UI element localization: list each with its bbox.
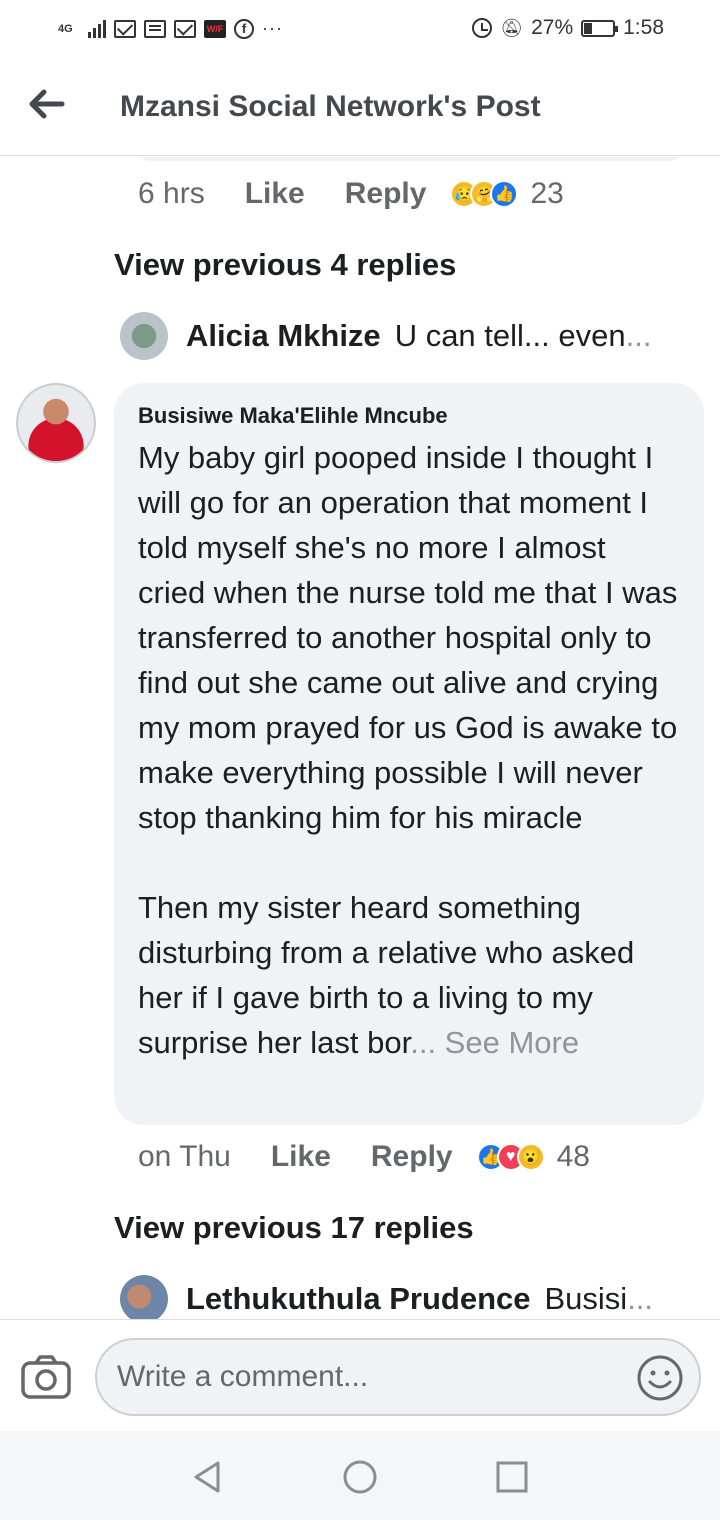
- app-header: Mzansi Social Network's Post: [0, 60, 720, 156]
- camera-icon: [21, 1355, 71, 1399]
- view-previous-replies-link[interactable]: View previous 17 replies: [114, 1210, 474, 1246]
- network-type: 4G: [58, 22, 73, 35]
- status-right-icons: 🔕︎ 27% 1:58: [472, 16, 664, 40]
- comment-paragraph: My baby girl pooped inside I thought I w…: [138, 440, 678, 835]
- facebook-icon: f: [234, 18, 254, 39]
- comment-time: 6 hrs: [138, 177, 205, 210]
- system-nav-bar: [0, 1431, 720, 1520]
- wf-app-icon: W/F: [204, 19, 226, 38]
- smiley-icon: [637, 1355, 683, 1401]
- battery-icon: [581, 19, 619, 37]
- circle-home-icon: [343, 1460, 377, 1494]
- like-button[interactable]: Like: [271, 1140, 331, 1174]
- gmail-icon: [174, 19, 196, 38]
- mute-icon: 🔕︎: [500, 17, 524, 38]
- comments-feed[interactable]: 6 hrs Like Reply 😥 🤗 👍 23 View previous …: [0, 157, 720, 1319]
- comment-actions-top: 6 hrs Like Reply 😥 🤗 👍 23: [138, 177, 564, 211]
- reply-ellipsis: ...: [627, 1281, 654, 1316]
- avatar[interactable]: [16, 383, 96, 463]
- arrow-left-icon: [29, 89, 65, 119]
- clock-time: 1:58: [623, 16, 664, 39]
- reply-author[interactable]: Alicia Mkhize: [186, 318, 381, 354]
- reply-ellipsis: ...: [625, 318, 652, 353]
- comment-actions: on Thu Like Reply 👍 ♥ 😮 48: [138, 1140, 590, 1174]
- reply-text: U can tell... even: [394, 318, 626, 353]
- nav-home-button[interactable]: [340, 1457, 380, 1497]
- status-bar: 4G W/F f ··· 🔕︎ 27% 1:58: [0, 0, 720, 60]
- reactions-summary[interactable]: 👍 ♥ 😮: [476, 1143, 545, 1171]
- page-title: Mzansi Social Network's Post: [120, 90, 541, 123]
- battery-percent: 27%: [531, 16, 574, 39]
- reaction-count: 48: [556, 1140, 590, 1173]
- alarm-icon: [472, 18, 493, 38]
- status-left-icons: 4G W/F f ···: [58, 18, 283, 39]
- comment-bubble[interactable]: Busisiwe Maka'Elihle Mncube My baby girl…: [114, 383, 704, 1125]
- reply-button[interactable]: Reply: [345, 177, 427, 211]
- nav-back-button[interactable]: [188, 1457, 228, 1497]
- reply-preview[interactable]: Lethukuthula Prudence Busisi ...: [120, 1275, 680, 1319]
- like-button[interactable]: Like: [245, 177, 305, 211]
- view-previous-replies-link[interactable]: View previous 4 replies: [114, 247, 456, 283]
- more-icon: ···: [262, 18, 283, 38]
- comment-time: on Thu: [138, 1140, 231, 1173]
- back-button[interactable]: [26, 84, 70, 124]
- avatar[interactable]: [120, 1275, 168, 1319]
- comment-body: My baby girl pooped inside I thought I w…: [138, 435, 680, 1065]
- reactions-summary[interactable]: 😥 🤗 👍: [450, 180, 519, 208]
- reply-text: Busisi: [544, 1281, 628, 1316]
- news-icon: [144, 19, 166, 38]
- comment-paragraph: Then my sister heard something disturbin…: [138, 885, 680, 1065]
- reaction-count: 23: [530, 177, 564, 210]
- square-recents-icon: [496, 1461, 528, 1493]
- reply-button[interactable]: Reply: [371, 1140, 453, 1174]
- battery-level: [584, 22, 593, 34]
- avatar[interactable]: [120, 312, 168, 360]
- emoji-button[interactable]: [636, 1354, 684, 1402]
- wow-reaction-icon: 😮: [516, 1143, 545, 1171]
- reply-preview[interactable]: Alicia Mkhize U can tell... even ...: [120, 312, 680, 360]
- comment-composer: [0, 1319, 720, 1431]
- camera-button[interactable]: [20, 1354, 72, 1400]
- like-reaction-icon: 👍: [490, 180, 519, 208]
- signal-icon: [88, 19, 106, 38]
- previous-comment-bubble: [130, 157, 690, 161]
- comment-input[interactable]: [95, 1338, 701, 1416]
- triangle-back-icon: [194, 1461, 220, 1493]
- reply-author[interactable]: Lethukuthula Prudence: [186, 1281, 530, 1317]
- mail-icon: [114, 19, 136, 38]
- see-more-link[interactable]: ... See More: [410, 1025, 579, 1060]
- nav-recents-button[interactable]: [492, 1457, 532, 1497]
- comment-author[interactable]: Busisiwe Maka'Elihle Mncube: [138, 403, 680, 429]
